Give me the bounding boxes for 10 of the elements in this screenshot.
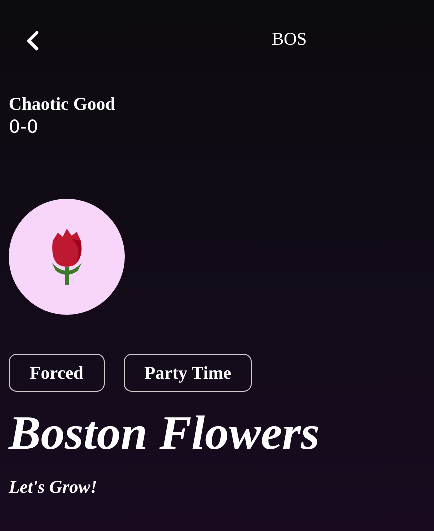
tag-button[interactable]: Forced xyxy=(9,354,105,392)
team-name: Boston Flowers xyxy=(9,408,321,461)
rose-icon xyxy=(50,227,84,287)
back-button[interactable] xyxy=(26,31,40,51)
tag-button[interactable]: Party Time xyxy=(124,354,252,392)
team-motto: Let's Grow! xyxy=(9,476,99,498)
team-record: 0-0 xyxy=(9,117,40,138)
back-icon xyxy=(26,31,40,51)
page-title: BOS xyxy=(272,29,308,50)
alignment-label: Chaotic Good xyxy=(9,94,117,115)
